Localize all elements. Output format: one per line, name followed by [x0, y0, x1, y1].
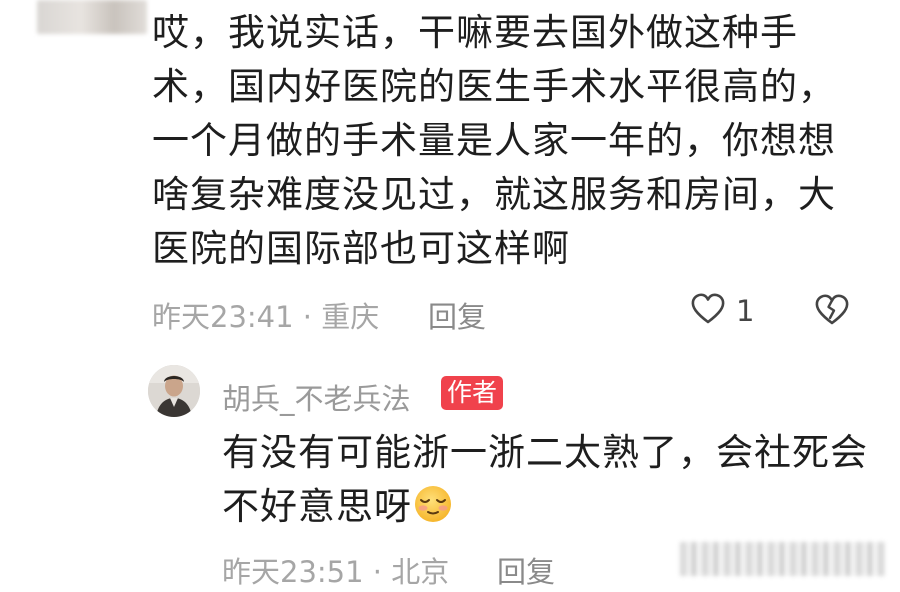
dislike-button[interactable]: [812, 291, 852, 327]
avatar-photo: [148, 365, 200, 417]
comment-line: 医院的国际部也可这样啊: [152, 227, 570, 270]
comment-line: 啥复杂难度没见过，就这服务和房间，大: [152, 173, 836, 216]
comment-meta: 昨天23:41 · 重庆: [152, 300, 380, 334]
comment-reply-button[interactable]: 回复: [428, 294, 486, 336]
blurred-watermark: [680, 542, 885, 576]
author-avatar[interactable]: [148, 365, 200, 417]
heart-outline-icon: [691, 293, 725, 324]
blurred-avatar: [37, 0, 147, 34]
comment-text: 哎，我说实话，干嘛要去国外做这种手 术，国内好医院的医生手术水平很高的， 一个月…: [152, 6, 872, 276]
like-button[interactable]: [690, 291, 726, 327]
broken-heart-icon: [815, 294, 849, 325]
reply-line: 有没有可能浙一浙二太熟了，会社死会: [222, 431, 868, 474]
reply-line-with-emoji: 不好意思呀: [222, 480, 882, 534]
like-count: 1: [736, 294, 755, 328]
shy-smile-emoji-icon: [415, 486, 451, 522]
author-badge: 作者: [441, 376, 504, 410]
comment-line: 术，国内好医院的医生手术水平很高的，: [152, 65, 836, 108]
reply-reply-button[interactable]: 回复: [497, 549, 555, 591]
reply-meta: 昨天23:51 · 北京: [222, 555, 450, 589]
author-name[interactable]: 胡兵_不老兵法: [222, 376, 411, 418]
comment-line: 一个月做的手术量是人家一年的，你想想: [152, 119, 836, 162]
reply-line: 不好意思呀: [222, 485, 412, 528]
comment-line: 哎，我说实话，干嘛要去国外做这种手: [152, 11, 798, 54]
reply-text: 有没有可能浙一浙二太熟了，会社死会 不好意思呀: [222, 426, 882, 534]
